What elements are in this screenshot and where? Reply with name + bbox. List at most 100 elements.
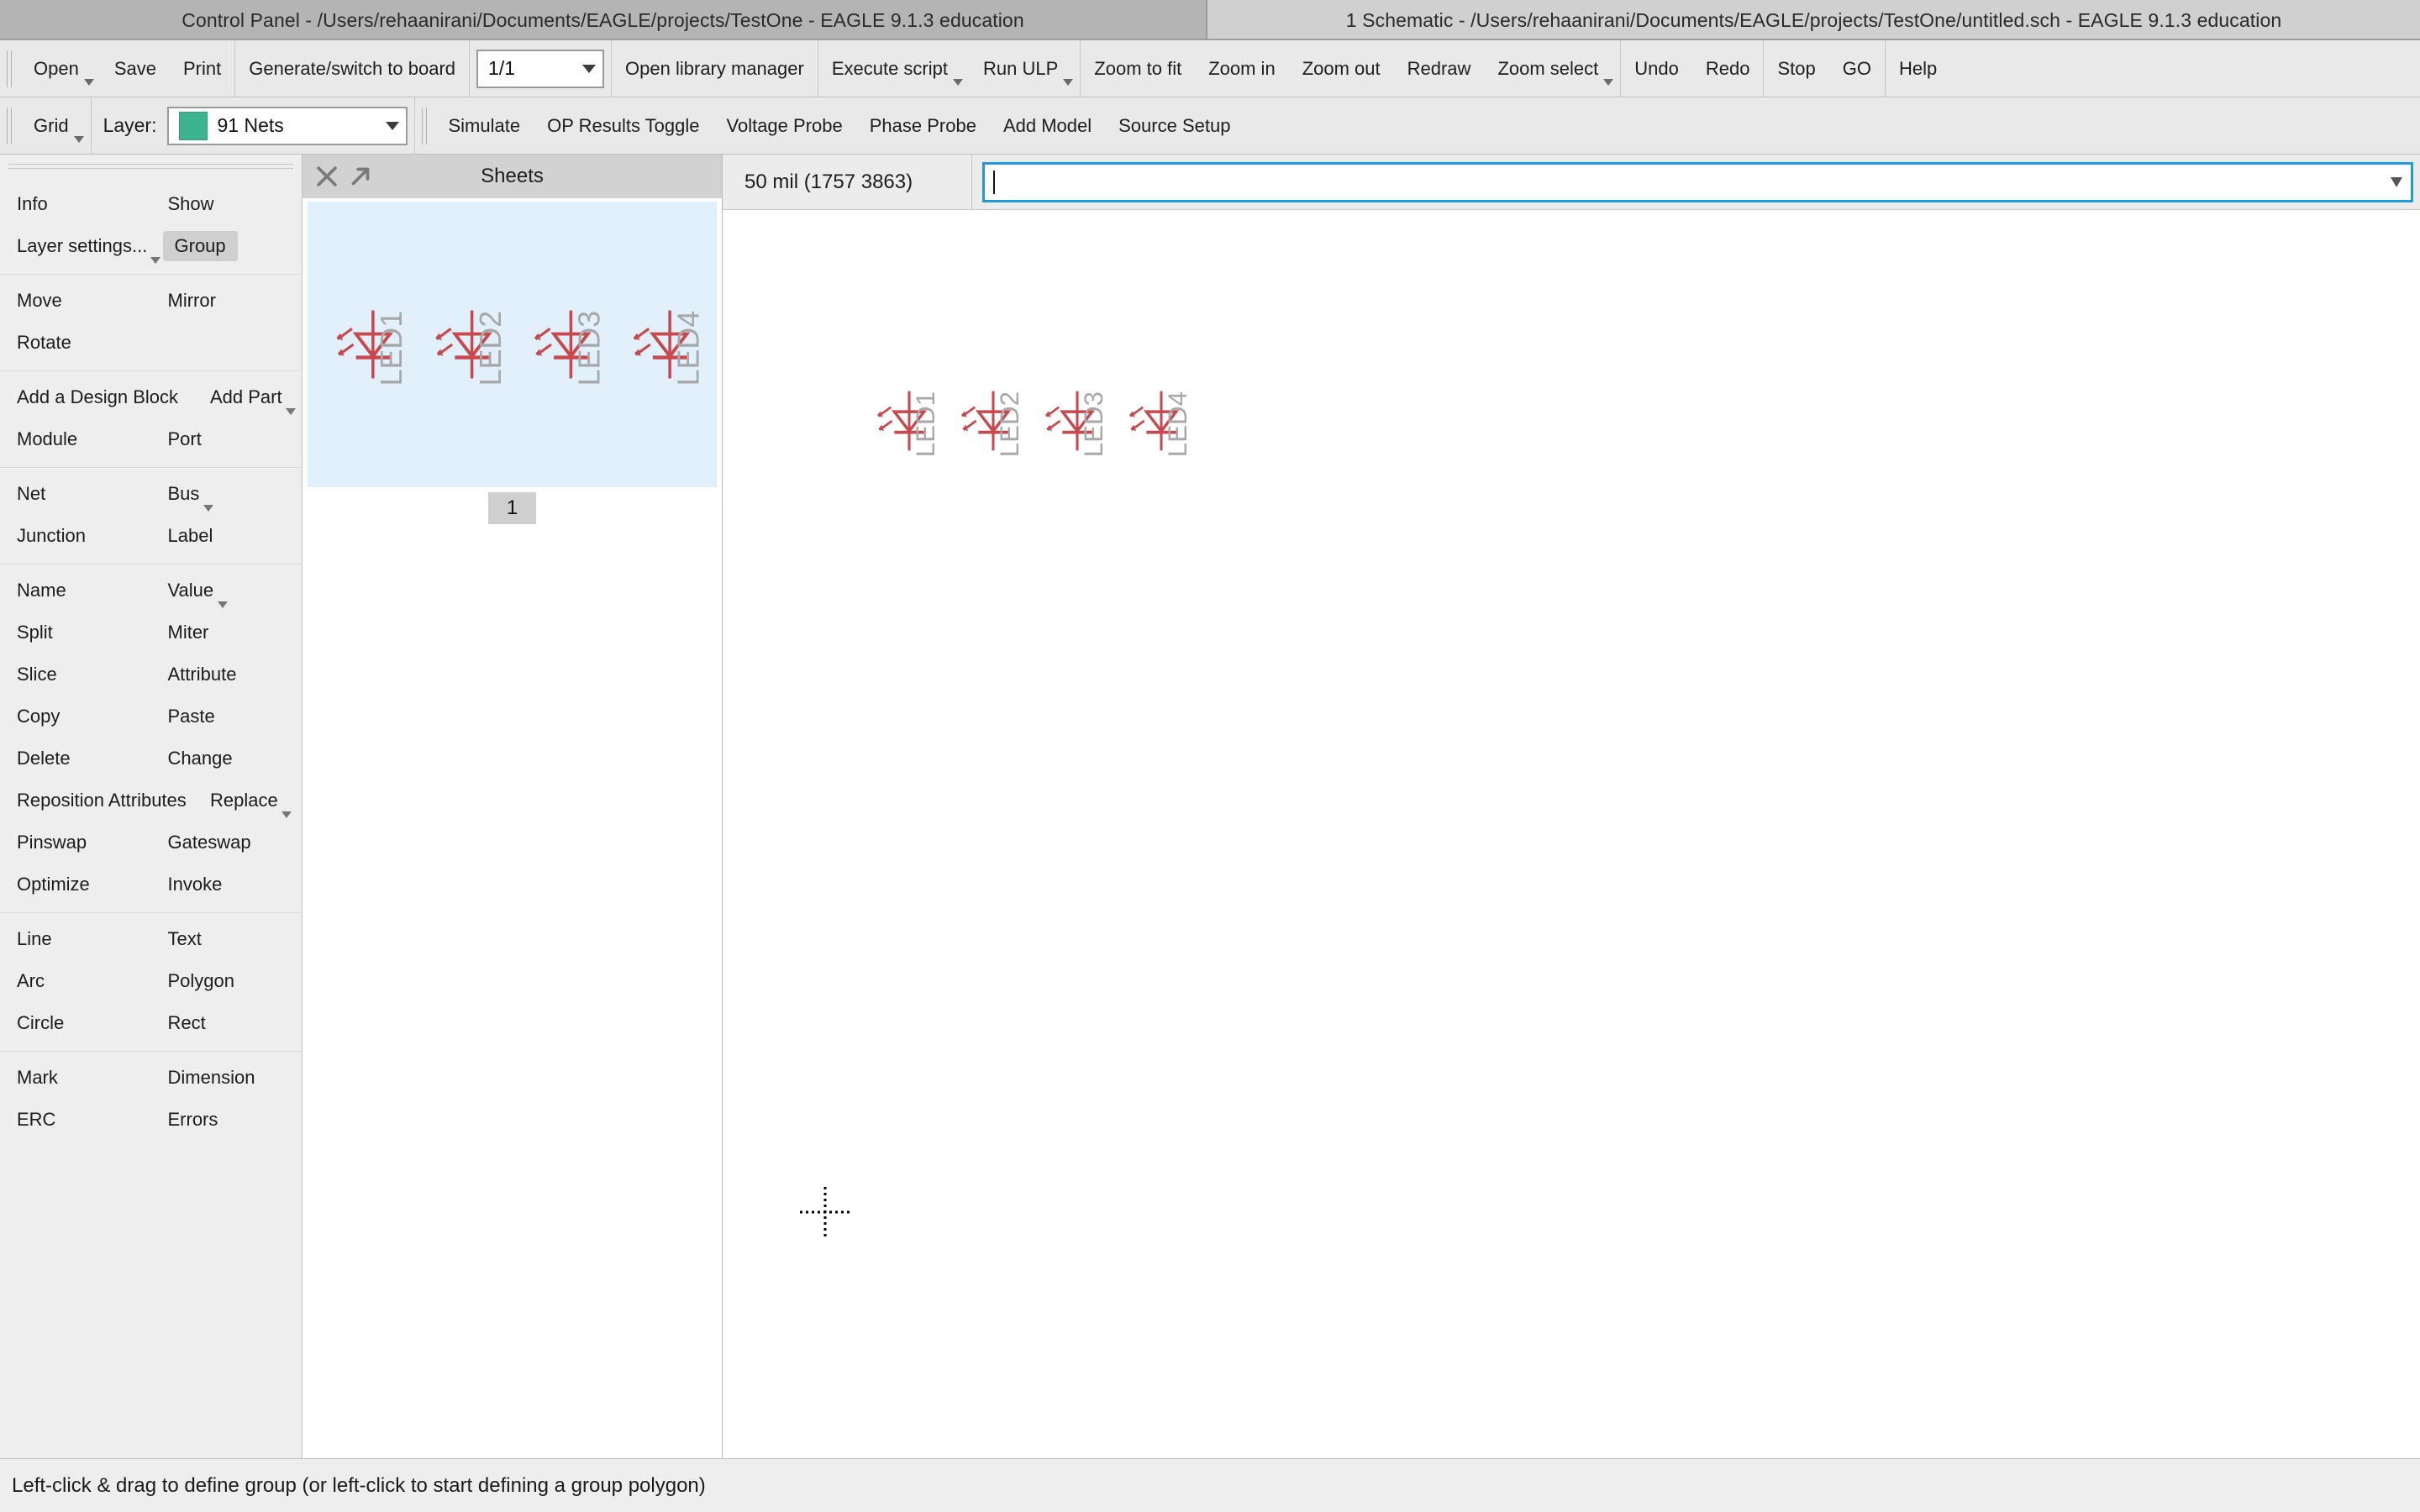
- tool-mirror[interactable]: Mirror: [151, 280, 302, 322]
- phase-probe-button[interactable]: Phase Probe: [856, 104, 990, 148]
- run-ulp-button[interactable]: Run ULP: [970, 47, 1080, 91]
- tool-rotate[interactable]: Rotate: [0, 322, 151, 364]
- sheets-list: LED1 LED2 LED3 LED4 1: [302, 198, 722, 1458]
- undo-button[interactable]: Undo: [1621, 47, 1692, 91]
- led-light-arrows: [876, 406, 893, 432]
- tool-add-design-block[interactable]: Add a Design Block: [0, 376, 193, 418]
- tool-miter[interactable]: Miter: [151, 612, 302, 654]
- tool-show-label: Show: [167, 193, 214, 214]
- tool-info[interactable]: Info: [0, 183, 151, 225]
- led-symbol[interactable]: LED4: [1128, 391, 1192, 458]
- save-button-label: Save: [113, 57, 156, 79]
- schematic-editor: 50 mil (1757 3863) LED1 LED2 LED3 LED4: [723, 154, 2420, 1458]
- open-library-manager-button[interactable]: Open library manager: [612, 47, 818, 91]
- zoom-in-button[interactable]: Zoom in: [1195, 47, 1288, 91]
- led-symbol[interactable]: LED3: [534, 310, 607, 386]
- execute-script-button[interactable]: Execute script: [818, 47, 970, 91]
- tool-erc[interactable]: ERC: [0, 1099, 151, 1141]
- tool-layer-settings[interactable]: Layer settings...: [0, 225, 160, 267]
- tool-value[interactable]: Value: [151, 570, 302, 612]
- help-button[interactable]: Help: [1886, 47, 1950, 91]
- chevron-down-icon[interactable]: [2391, 176, 2402, 187]
- layer-combo[interactable]: 91 Nets: [166, 106, 408, 145]
- led-symbol[interactable]: LED2: [960, 391, 1024, 458]
- tool-text[interactable]: Text: [151, 918, 302, 960]
- undock-arrow-icon[interactable]: [346, 162, 375, 191]
- sheet-thumbnail-1[interactable]: LED1 LED2 LED3 LED4: [308, 202, 717, 487]
- open-button[interactable]: Open: [20, 47, 101, 91]
- tool-rect[interactable]: Rect: [151, 1002, 302, 1044]
- stop-button[interactable]: Stop: [1764, 47, 1828, 91]
- tool-add-part[interactable]: Add Part: [193, 376, 302, 418]
- tool-group[interactable]: Group: [151, 225, 302, 267]
- control-panel-window-title[interactable]: Control Panel - /Users/rehaanirani/Docum…: [0, 0, 1207, 40]
- sim-group-drag-handle[interactable]: [419, 107, 432, 144]
- go-button[interactable]: GO: [1829, 47, 1885, 91]
- schematic-canvas[interactable]: LED1 LED2 LED3 LED4: [723, 210, 2420, 1458]
- schematic-window-title[interactable]: 1 Schematic - /Users/rehaanirani/Documen…: [1207, 0, 2420, 40]
- tool-optimize-label: Optimize: [17, 874, 90, 895]
- tool-errors[interactable]: Errors: [151, 1099, 302, 1141]
- tool-arc[interactable]: Arc: [0, 960, 151, 1002]
- tool-reposition-attributes[interactable]: Reposition Attributes: [0, 780, 193, 822]
- zoom-to-fit-button[interactable]: Zoom to fit: [1081, 47, 1195, 91]
- led-symbol[interactable]: LED3: [1044, 391, 1108, 458]
- simulate-button[interactable]: Simulate: [435, 104, 534, 148]
- simulation-toolbar-drag-handle[interactable]: [5, 107, 17, 144]
- grid-button[interactable]: Grid: [20, 104, 91, 148]
- tool-bus[interactable]: Bus: [151, 473, 302, 515]
- led-symbol[interactable]: LED2: [435, 310, 508, 386]
- tool-slice[interactable]: Slice: [0, 654, 151, 696]
- tool-change[interactable]: Change: [151, 738, 302, 780]
- redo-button[interactable]: Redo: [1692, 47, 1764, 91]
- close-icon[interactable]: [313, 162, 341, 191]
- led-symbol[interactable]: LED4: [633, 310, 706, 386]
- tool-show[interactable]: Show: [151, 183, 302, 225]
- tool-palette-drag-handle[interactable]: [8, 161, 293, 173]
- tool-label[interactable]: Label: [151, 515, 302, 557]
- tool-pinswap[interactable]: Pinswap: [0, 822, 151, 864]
- tool-bus-label: Bus: [167, 483, 200, 504]
- led-symbol[interactable]: LED1: [876, 391, 940, 458]
- tool-name[interactable]: Name: [0, 570, 151, 612]
- simulate-button-label: Simulate: [448, 114, 521, 136]
- toolbar-drag-handle[interactable]: [5, 50, 17, 87]
- tool-module[interactable]: Module: [0, 418, 151, 460]
- tool-optimize[interactable]: Optimize: [0, 864, 151, 906]
- tool-row: Rotate: [0, 322, 302, 364]
- tool-attribute[interactable]: Attribute: [151, 654, 302, 696]
- op-results-toggle-button[interactable]: OP Results Toggle: [534, 104, 713, 148]
- tool-mark[interactable]: Mark: [0, 1057, 151, 1099]
- command-input[interactable]: [982, 161, 2413, 202]
- generate-switch-to-board-button[interactable]: Generate/switch to board: [235, 47, 469, 91]
- redraw-button[interactable]: Redraw: [1394, 47, 1485, 91]
- tool-gateswap[interactable]: Gateswap: [151, 822, 302, 864]
- tool-copy[interactable]: Copy: [0, 696, 151, 738]
- led-symbol[interactable]: LED1: [336, 310, 408, 386]
- save-button[interactable]: Save: [101, 47, 170, 91]
- zoom-out-button[interactable]: Zoom out: [1289, 47, 1394, 91]
- sheet-tab-1[interactable]: 1: [487, 492, 537, 524]
- tool-junction[interactable]: Junction: [0, 515, 151, 557]
- tool-row: Line Text: [0, 918, 302, 960]
- sheet-selector-combo[interactable]: 1/1: [476, 49, 605, 88]
- tool-split[interactable]: Split: [0, 612, 151, 654]
- main-toolbar: Open Save Print Generate/switch to board 1/1…: [0, 40, 2420, 97]
- zoom-select-button[interactable]: Zoom select: [1484, 47, 1620, 91]
- tool-replace[interactable]: Replace: [193, 780, 302, 822]
- tool-port[interactable]: Port: [151, 418, 302, 460]
- toolbar-group: Open library manager: [612, 40, 818, 97]
- tool-delete[interactable]: Delete: [0, 738, 151, 780]
- tool-line[interactable]: Line: [0, 918, 151, 960]
- tool-paste[interactable]: Paste: [151, 696, 302, 738]
- tool-move[interactable]: Move: [0, 280, 151, 322]
- add-model-button[interactable]: Add Model: [990, 104, 1105, 148]
- tool-dimension[interactable]: Dimension: [151, 1057, 302, 1099]
- tool-invoke[interactable]: Invoke: [151, 864, 302, 906]
- source-setup-button[interactable]: Source Setup: [1105, 104, 1244, 148]
- tool-polygon[interactable]: Polygon: [151, 960, 302, 1002]
- print-button[interactable]: Print: [170, 47, 234, 91]
- tool-net[interactable]: Net: [0, 473, 151, 515]
- voltage-probe-button[interactable]: Voltage Probe: [713, 104, 856, 148]
- tool-circle[interactable]: Circle: [0, 1002, 151, 1044]
